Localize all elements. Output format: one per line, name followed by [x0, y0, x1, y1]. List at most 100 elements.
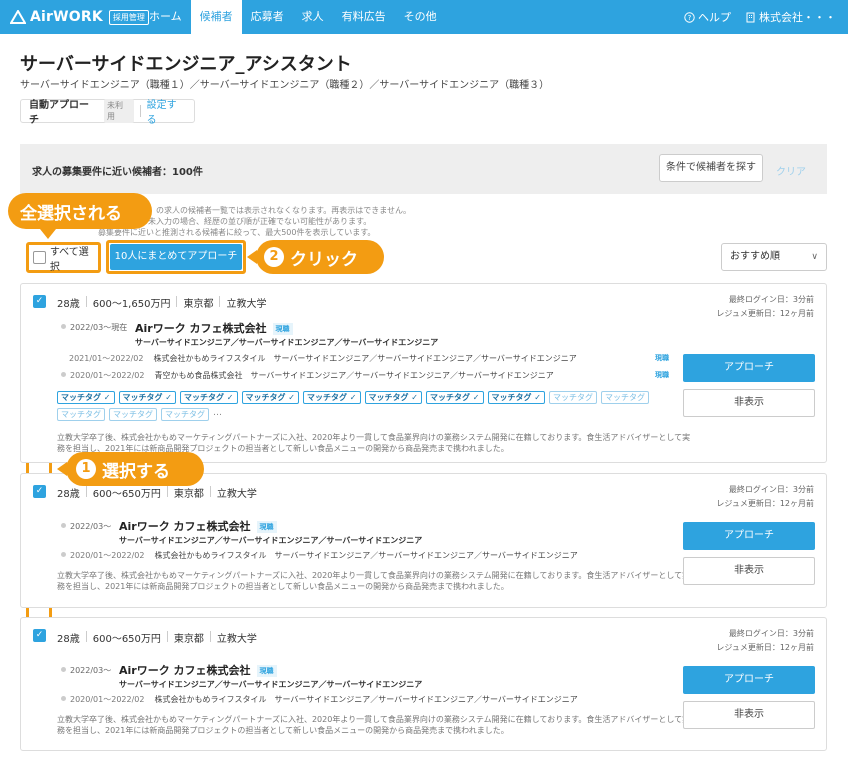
job-history-item: 2020/01〜2022/02 株式会社かもめライフスタイル サーバーサイドエンジ… [61, 694, 578, 705]
match-tag: マッチタグ ✓ [487, 391, 545, 404]
hide-button[interactable]: 非表示 [683, 389, 815, 417]
timeline-dot [61, 667, 66, 672]
login-info: 最終ログイン日：3分前 レジュメ更新日：12ヶ月前 [716, 293, 814, 321]
nav-home[interactable]: ホーム [140, 0, 191, 34]
approach-button[interactable]: アプローチ [683, 522, 815, 550]
callout-text: 選択する [102, 461, 170, 482]
candidate-age: 28歳 [57, 299, 80, 310]
candidate-meta: 28歳 600〜1,650万円 東京都 立教大学 [57, 295, 266, 310]
clear-button[interactable]: クリア [776, 163, 806, 178]
last-login: 最終ログイン日：3分前 [728, 295, 814, 304]
current-job-date: 2022/03〜現在 [61, 322, 127, 333]
divider [139, 105, 141, 117]
current-job-date: 2022/03〜 [61, 665, 111, 676]
divider [166, 486, 168, 497]
nav-paid-ads[interactable]: 有料広告 [333, 0, 395, 34]
bulk-approach-button[interactable]: 10人にまとめてアプローチ [110, 244, 242, 270]
timeline-dot [61, 523, 66, 528]
current-company: Airワーク カフェ株式会社 現職 [135, 320, 293, 336]
auto-approach-settings-link[interactable]: 設定する [147, 96, 186, 126]
match-tag: マッチタグ ✓ [241, 391, 299, 404]
hide-button[interactable]: 非表示 [683, 557, 815, 585]
job-history-item: 2020/01〜2022/02 株式会社かもめライフスタイル サーバーサイドエンジ… [61, 550, 578, 561]
job-history-item: 2020/01〜2022/02 青空かもめ食品株式会社 サーバーサイドエンジニア／… [61, 370, 554, 381]
match-tag: マッチタグ ✓ [180, 391, 238, 404]
candidate-salary: 600〜650万円 [92, 634, 161, 645]
logo[interactable]: AirWORK 採用管理 [10, 6, 149, 28]
candidate-meta: 28歳 600〜650万円 東京都 立教大学 [57, 485, 257, 500]
approach-button[interactable]: アプローチ [683, 354, 815, 382]
timeline-dot [61, 552, 66, 557]
candidate-age: 28歳 [57, 634, 80, 645]
help-link[interactable]: ? ヘルプ [684, 9, 731, 25]
hide-button[interactable]: 非表示 [683, 701, 815, 729]
divider [176, 296, 178, 307]
divider [209, 631, 211, 642]
match-tag-inactive: マッチタグ [161, 408, 209, 421]
match-tags: マッチタグ ✓ マッチタグ ✓ マッチタグ ✓ マッチタグ ✓ マッチタグ ✓ … [57, 391, 677, 421]
candidate-meta: 28歳 600〜650万円 東京都 立教大学 [57, 630, 257, 645]
divider [85, 296, 87, 307]
help-label: ヘルプ [698, 11, 731, 24]
current-job-titles: サーバーサイドエンジニア／サーバーサイドエンジニア／サーバーサイドエンジニア [119, 680, 423, 689]
callout-text: 全選択される [20, 203, 122, 224]
building-icon [746, 12, 755, 22]
last-login: 最終ログイン日：3分前 [728, 629, 814, 638]
nav-candidates[interactable]: 候補者 [190, 0, 242, 34]
candidate-checkbox-checked[interactable]: ✓ [33, 629, 46, 642]
candidate-school: 立教大学 [226, 299, 267, 310]
match-tag-inactive: マッチタグ [549, 391, 597, 404]
step-number-2: 2 [264, 247, 284, 267]
current-company: Airワーク カフェ株式会社 現職 [119, 662, 277, 678]
candidate-age: 28歳 [57, 489, 80, 500]
candidate-salary: 600〜650万円 [92, 489, 161, 500]
candidate-description: 立教大学卒了後、株式会社かもめマーケティングパートナーズに入社、2020年より一… [57, 433, 691, 453]
candidate-card: ✓ 28歳 600〜650万円 東京都 立教大学 最終ログイン日：3分前 レジュ… [20, 473, 827, 608]
callout-select: 1 選択する [57, 452, 204, 486]
sort-select[interactable]: おすすめ順 ∨ [721, 243, 827, 271]
auto-approach-label: 自動アプローチ [29, 100, 89, 126]
divider [219, 296, 221, 307]
candidate-location: 東京都 [183, 299, 214, 310]
nav-jobs[interactable]: 求人 [293, 0, 333, 34]
candidate-count: 求人の募集要件に近い候補者：100件 [32, 167, 203, 178]
match-tag: マッチタグ ✓ [303, 391, 361, 404]
candidate-checkbox-checked[interactable]: ✓ [33, 295, 46, 308]
match-tag: マッチタグ ✓ [57, 391, 115, 404]
candidate-card: ✓ 28歳 600〜650万円 東京都 立教大学 最終ログイン日：3分前 レジュ… [20, 617, 827, 751]
step-number-1: 1 [76, 459, 96, 479]
logo-icon [10, 10, 26, 24]
match-tag-inactive: マッチタグ [601, 391, 649, 404]
select-all-label: すべて選択 [49, 246, 89, 273]
match-tag: マッチタグ ✓ [426, 391, 484, 404]
select-all-checkbox[interactable]: すべて選択 [26, 242, 101, 273]
login-info: 最終ログイン日：3分前 レジュメ更新日：12ヶ月前 [716, 627, 814, 655]
current-job-badge: 現職 [256, 665, 277, 677]
callout-click: 2 クリック [247, 240, 384, 274]
nav-applicants[interactable]: 応募者 [242, 0, 293, 34]
approach-button[interactable]: アプローチ [683, 666, 815, 694]
svg-text:?: ? [688, 14, 692, 22]
login-info: 最終ログイン日：3分前 レジュメ更新日：12ヶ月前 [716, 483, 814, 511]
last-login: 最終ログイン日：3分前 [728, 485, 814, 494]
candidate-card: ✓ 28歳 600〜1,650万円 東京都 立教大学 最終ログイン日：3分前 レ… [20, 283, 827, 463]
candidate-description: 立教大学卒了後、株式会社かもめマーケティングパートナーズに入社、2020年より一… [57, 571, 691, 591]
match-tag-inactive: マッチタグ [109, 408, 157, 421]
candidate-checkbox-checked[interactable]: ✓ [33, 485, 46, 498]
current-job-badge: 現職 [256, 521, 277, 533]
current-company: Airワーク カフェ株式会社 現職 [119, 518, 277, 534]
job-history-item: 2021/01〜2022/02 株式会社かもめライフスタイル サーバーサイドエンジ… [69, 354, 577, 363]
header-right: ? ヘルプ 株式会社・・・ [684, 0, 836, 34]
company-menu[interactable]: 株式会社・・・ [745, 9, 836, 25]
candidate-school: 立教大学 [216, 489, 257, 500]
nav-other[interactable]: その他 [395, 0, 446, 34]
search-by-condition-button[interactable]: 条件で候補者を探す [659, 154, 763, 182]
main-nav: ホーム 候補者 応募者 求人 有料広告 その他 [140, 0, 446, 34]
candidate-description: 立教大学卒了後、株式会社かもめマーケティングパートナーズに入社、2020年より一… [57, 715, 691, 735]
sort-value: おすすめ順 [730, 251, 780, 262]
match-tag: マッチタグ ✓ [364, 391, 422, 404]
page-subtitle: サーバーサイドエンジニア（職種１）／サーバーサイドエンジニア（職種２）／サーバー… [20, 80, 550, 91]
more-tags[interactable]: … [213, 408, 222, 421]
callout-text: クリック [290, 249, 358, 270]
checkbox-unchecked [33, 251, 46, 264]
